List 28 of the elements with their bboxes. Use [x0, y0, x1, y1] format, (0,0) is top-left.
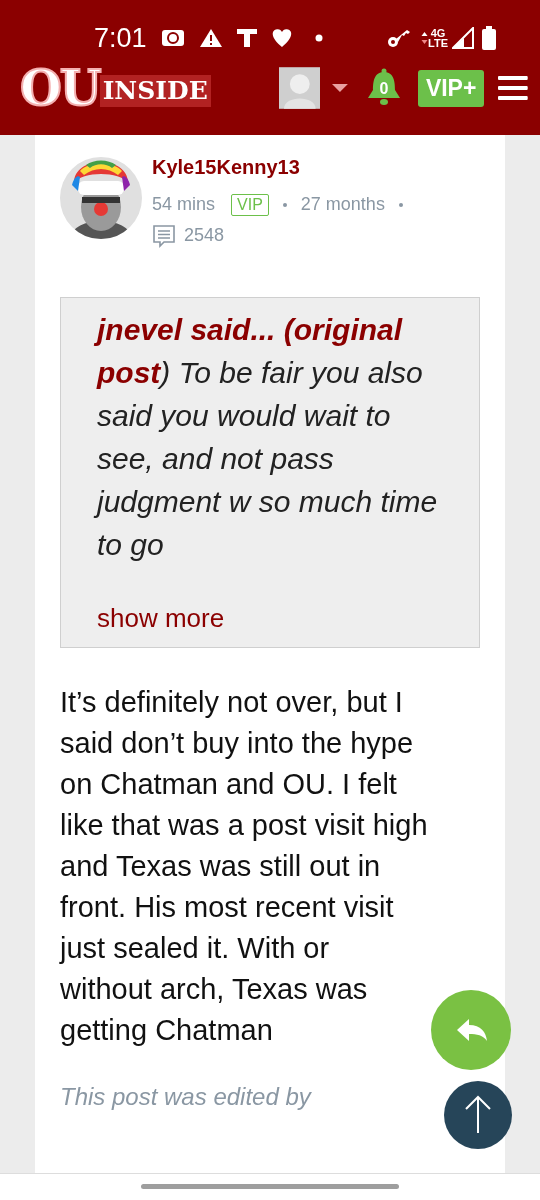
dropdown-caret-icon[interactable] [332, 83, 348, 93]
t-icon [236, 28, 257, 48]
site-logo[interactable]: OUINSIDE [20, 63, 263, 113]
member-tenure: 27 months [300, 193, 385, 216]
menu-icon[interactable] [498, 76, 528, 100]
post-time: 54 mins [152, 193, 216, 216]
separator-dot-icon [282, 202, 287, 207]
camera-icon [160, 28, 185, 48]
key-icon [387, 28, 411, 48]
dot-icon [314, 34, 323, 42]
comment-icon [152, 223, 176, 248]
data-arrows-icon [421, 31, 428, 45]
show-more-link[interactable]: show more [97, 599, 225, 638]
post-body: It’s definitely not over, but I said don’t buy into the hype on Chatman and OU. I felt like that was a post visit high and Texas was still out in front. His most recent visit just sealed it. With or without arch, Texas was getting Chatman [60, 685, 428, 1048]
scroll-to-top-button[interactable] [444, 1081, 512, 1149]
post-count: 2548 [184, 224, 225, 247]
separator-dot-icon [398, 202, 403, 207]
author-name-link[interactable]: Kyle15Kenny13 [152, 155, 403, 179]
notification-count: 0 [378, 79, 390, 99]
clock-time: 7:01 [94, 21, 147, 55]
battery-icon [482, 26, 496, 50]
vip-badge: VIP [231, 193, 269, 216]
signal-icon [452, 27, 474, 49]
network-type: 4G LTE [428, 28, 448, 48]
edited-note: This post was edited by [60, 1082, 313, 1112]
user-avatar-icon[interactable] [278, 67, 321, 109]
warning-icon [198, 28, 223, 48]
heart-icon [270, 28, 293, 48]
